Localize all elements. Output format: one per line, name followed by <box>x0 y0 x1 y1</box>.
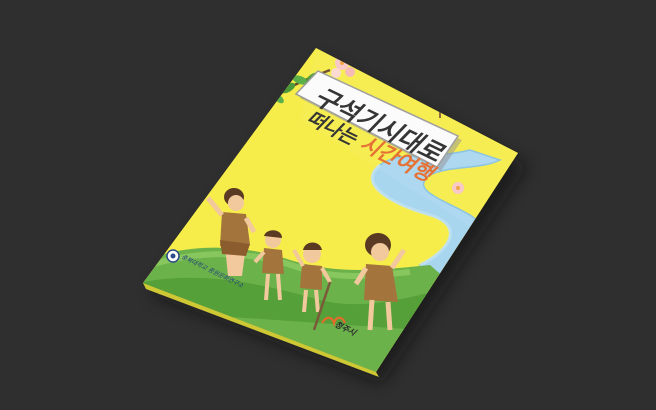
publisher-left-logo <box>166 249 180 263</box>
book-mockup: 구석기시대로 떠나는 시간여행 충북대학교 중원문화연구소 청주시 <box>143 48 528 384</box>
tree-cluster <box>457 86 510 131</box>
scene: 구석기시대로 떠나는 시간여행 충북대학교 중원문화연구소 청주시 <box>0 0 656 410</box>
